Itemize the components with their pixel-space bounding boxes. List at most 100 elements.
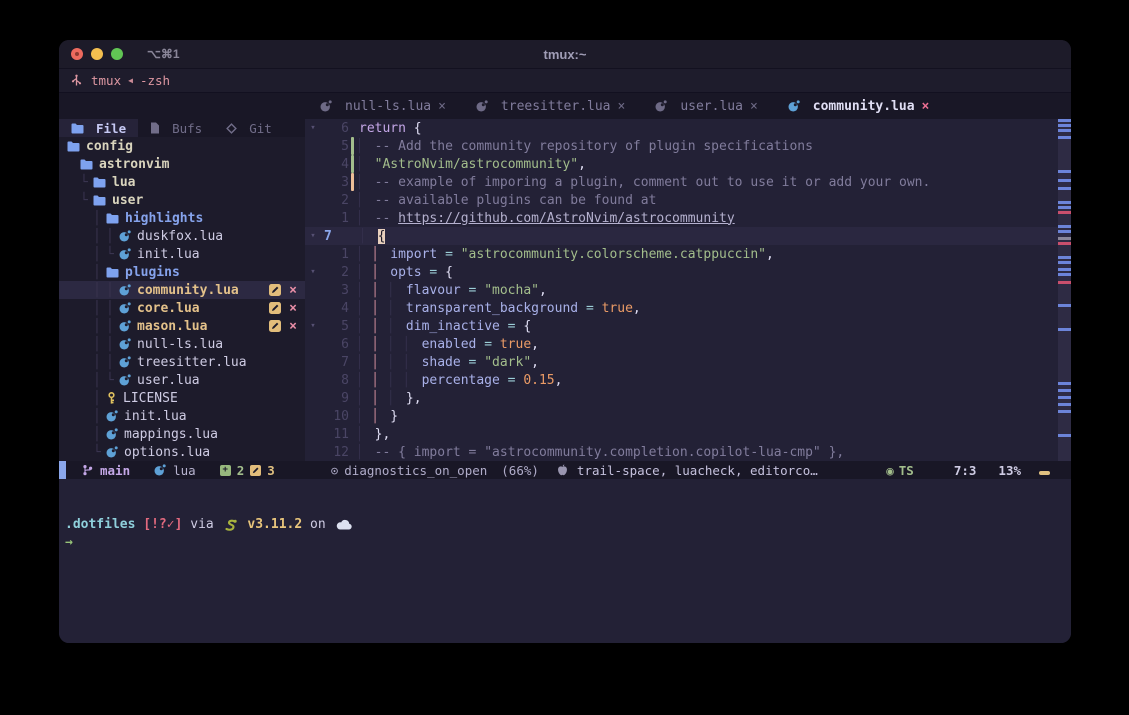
tree-item-null-ls.lua[interactable]: ││null-ls.lua [59, 335, 305, 353]
tree-guide: │ [93, 319, 106, 334]
fold-icon[interactable]: ▾ [305, 321, 321, 331]
tree-guide: │ [106, 337, 119, 352]
explorer-tab-label: File [96, 121, 126, 136]
cursor-block: { [378, 229, 386, 244]
code-line-8[interactable]: 8▏▏▏▏percentage = 0.15, [305, 371, 1071, 389]
unsaved-close-icon[interactable]: × [289, 284, 297, 297]
token: -- Add the community repository of plugi… [375, 139, 813, 154]
scrollbar-mark [1058, 382, 1071, 385]
tree-item-init.lua[interactable]: │└init.lua [59, 245, 305, 263]
tree-item-LICENSE[interactable]: │LICENSE [59, 389, 305, 407]
code-line-5[interactable]: 5▏-- Add the community repository of plu… [305, 137, 1071, 155]
tree-item-core.lua[interactable]: ││core.lua× [59, 299, 305, 317]
code-line-9[interactable]: 9 ▏▏▏}, [305, 389, 1071, 407]
tree-guide [67, 409, 80, 424]
minimize-window-button[interactable] [91, 48, 103, 60]
close-window-button[interactable] [71, 48, 83, 60]
code-line-1[interactable]: 1▏-- https://github.com/AstroNvim/astroc… [305, 209, 1071, 227]
scrollbar-mark [1058, 389, 1071, 392]
tree-item-badges: × [269, 320, 297, 333]
scrollbar-mark [1058, 237, 1071, 240]
line-number: 9 [321, 391, 349, 406]
tree-item-duskfox.lua[interactable]: ││duskfox.lua [59, 227, 305, 245]
tree-guide: │ [93, 409, 106, 424]
code-line-7[interactable]: ▾7▏{ [305, 227, 1071, 245]
unsaved-close-icon[interactable]: × [289, 302, 297, 315]
git-sign-column [349, 353, 359, 371]
fold-icon[interactable]: ▾ [305, 231, 321, 241]
tree-guide: │ [93, 427, 106, 442]
code-line-12[interactable]: 12 ▏-- { import = "astrocommunity.complet… [305, 443, 1071, 461]
close-buffer-icon[interactable]: × [618, 99, 626, 114]
code-line-6[interactable]: ▾6return { [305, 119, 1071, 137]
tree-item-mason.lua[interactable]: ││mason.lua× [59, 317, 305, 335]
tree-guide [80, 409, 93, 424]
tree-item-init.lua[interactable]: │init.lua [59, 407, 305, 425]
buffer-tab-user.lua[interactable]: user.lua× [640, 93, 772, 119]
token: import [390, 247, 437, 262]
code-line-5[interactable]: ▾5▏▏▏dim_inactive = { [305, 317, 1071, 335]
tree-item-user[interactable]: └user [59, 191, 305, 209]
buffer-tab-treesitter.lua[interactable]: treesitter.lua× [461, 93, 640, 119]
zoom-window-button[interactable] [111, 48, 123, 60]
code-line-10[interactable]: 10▏▏} [305, 407, 1071, 425]
tree-item-config[interactable]: config [59, 137, 305, 155]
code-line-2[interactable]: ▾2▏▏opts = { [305, 263, 1071, 281]
lua-icon [154, 464, 166, 476]
code-line-3[interactable]: 3▏-- example of imporing a plugin, comme… [305, 173, 1071, 191]
git-sign-column [349, 173, 359, 191]
line-number: 12 [321, 445, 349, 460]
tree-item-treesitter.lua[interactable]: ││treesitter.lua [59, 353, 305, 371]
tree-item-mappings.lua[interactable]: │mappings.lua [59, 425, 305, 443]
explorer-tab-git[interactable]: Git [214, 119, 284, 137]
file-explorer: FileBufsGit config astronvim └lua └user … [59, 119, 305, 461]
keybind-hint: ⌥⌘1 [147, 47, 180, 61]
tree-item-highlights[interactable]: │highlights [59, 209, 305, 227]
close-buffer-icon[interactable]: × [750, 99, 758, 114]
code-line-4[interactable]: 4▏▏▏transparent_background = true, [305, 299, 1071, 317]
tree-item-user.lua[interactable]: │└user.lua [59, 371, 305, 389]
code-line-1[interactable]: 1▏▏import = "astrocommunity.colorscheme.… [305, 245, 1071, 263]
code-line-6[interactable]: 6▏▏▏▏enabled = true, [305, 335, 1071, 353]
treesitter-icon: ◉ [886, 463, 894, 478]
code-line-7[interactable]: 7▏▏▏▏shade = "dark", [305, 353, 1071, 371]
git-branch[interactable]: main [80, 463, 130, 478]
code-text: ▏-- { import = "astrocommunity.completio… [359, 445, 844, 460]
token: return [359, 121, 406, 136]
scrollbar-mark [1058, 403, 1071, 406]
code-line-2[interactable]: 2▏-- available plugins can be found at [305, 191, 1071, 209]
tree-item-options.lua[interactable]: └options.lua [59, 443, 305, 461]
token: = [484, 337, 492, 352]
git-sign-column [349, 389, 359, 407]
code-line-3[interactable]: 3▏▏▏flavour = "mocha", [305, 281, 1071, 299]
unsaved-close-icon[interactable]: × [289, 320, 297, 333]
code-line-4[interactable]: 4▏"AstroNvim/astrocommunity", [305, 155, 1071, 173]
shell-pane[interactable]: .dotfiles [!?✓] via v3.11.2 on → [59, 479, 1071, 643]
tree-item-lua[interactable]: └lua [59, 173, 305, 191]
fold-icon[interactable]: ▾ [305, 123, 321, 133]
tree-guide [67, 445, 80, 460]
indent-status-icon [1039, 471, 1050, 475]
tree-item-plugins[interactable]: │plugins [59, 263, 305, 281]
code-text: ▏▏▏}, [359, 391, 422, 406]
tree-guide: │ [106, 283, 119, 298]
token: , [531, 337, 539, 352]
close-buffer-icon[interactable]: × [922, 99, 930, 114]
token: "astrocommunity.colorscheme.catppuccin" [461, 247, 766, 262]
code-line-11[interactable]: 11▏}, [305, 425, 1071, 443]
tree-guide [80, 337, 93, 352]
explorer-tab-file[interactable]: File [59, 119, 138, 137]
buffer-tab-null-ls.lua[interactable]: null-ls.lua× [305, 93, 461, 119]
buffer-tab-community.lua[interactable]: community.lua× [773, 93, 945, 119]
code-editor[interactable]: ▾6return {5▏-- Add the community reposit… [305, 119, 1071, 461]
editor-scrollbar[interactable] [1058, 119, 1071, 461]
explorer-tab-bufs[interactable]: Bufs [138, 119, 214, 137]
tree-guide [80, 301, 93, 316]
tree-item-astronvim[interactable]: astronvim [59, 155, 305, 173]
tree-item-community.lua[interactable]: ││community.lua× [59, 281, 305, 299]
close-buffer-icon[interactable]: × [438, 99, 446, 114]
git-sign-column [349, 443, 359, 461]
token: -- example of imporing a plugin, comment… [375, 175, 931, 190]
fold-icon[interactable]: ▾ [305, 267, 321, 277]
line-number: 11 [321, 427, 349, 442]
